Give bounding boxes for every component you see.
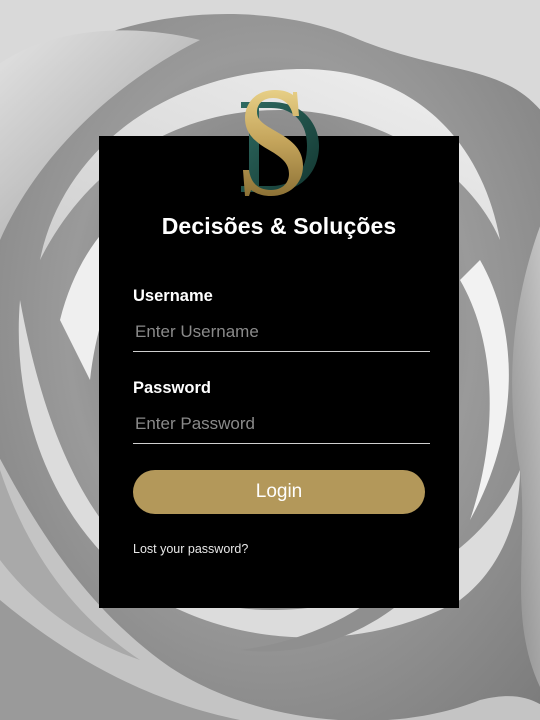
brand-logo (227, 86, 323, 200)
login-card (99, 136, 459, 608)
brand-title: Decisões & Soluções (161, 213, 397, 239)
login-button[interactable]: Login (133, 470, 425, 514)
password-label: Password (133, 379, 211, 397)
password-input[interactable] (133, 404, 430, 444)
username-input[interactable] (133, 312, 430, 352)
lost-password-link[interactable]: Lost your password? (133, 542, 248, 556)
username-label: Username (133, 287, 213, 305)
